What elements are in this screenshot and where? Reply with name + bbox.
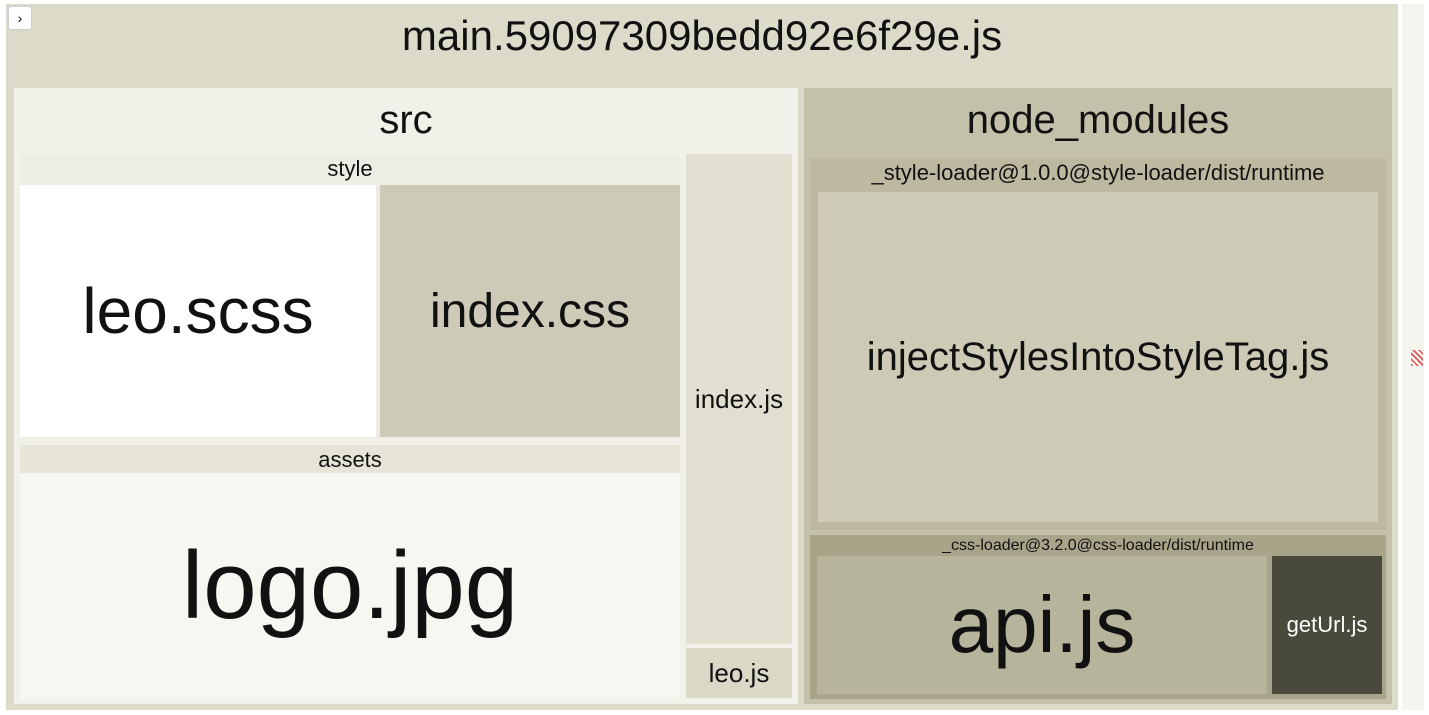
node-label: injectStylesIntoStyleTag.js — [867, 335, 1329, 380]
node-label: index.js — [695, 384, 783, 415]
treemap-leaf-leo-scss[interactable]: leo.scss — [20, 185, 376, 437]
expand-toggle-button[interactable]: › — [8, 6, 32, 30]
node-label: api.js — [949, 579, 1136, 671]
node-label: main.59097309bedd92e6f29e.js — [6, 12, 1398, 60]
treemap-leaf-logo-jpg[interactable]: logo.jpg — [20, 473, 680, 699]
treemap-leaf-leo-js[interactable]: leo.js — [686, 648, 792, 698]
node-label: src — [14, 98, 798, 143]
treemap-tiny-leaf[interactable] — [1411, 350, 1423, 366]
node-label: assets — [20, 447, 680, 473]
treemap-leaf-api-js[interactable]: api.js — [817, 556, 1267, 694]
treemap-canvas: › main.59097309bedd92e6f29e.js src style… — [0, 0, 1429, 715]
node-label: _style-loader@1.0.0@style-loader/dist/ru… — [810, 160, 1386, 186]
node-label: leo.js — [709, 658, 770, 689]
node-label: getUrl.js — [1287, 612, 1368, 638]
node-label: style — [20, 156, 680, 182]
node-label: _css-loader@3.2.0@css-loader/dist/runtim… — [810, 537, 1386, 555]
treemap-leaf-index-js[interactable]: index.js — [686, 154, 792, 644]
node-label: leo.scss — [82, 274, 313, 348]
node-label: index.css — [430, 284, 630, 339]
treemap-leaf-geturl-js[interactable]: getUrl.js — [1272, 556, 1382, 694]
chevron-right-icon: › — [18, 10, 23, 26]
node-label: logo.jpg — [182, 531, 518, 641]
node-label: node_modules — [804, 98, 1392, 143]
treemap-leaf-index-css[interactable]: index.css — [380, 185, 680, 437]
treemap-leaf-injectstyles[interactable]: injectStylesIntoStyleTag.js — [818, 192, 1378, 522]
